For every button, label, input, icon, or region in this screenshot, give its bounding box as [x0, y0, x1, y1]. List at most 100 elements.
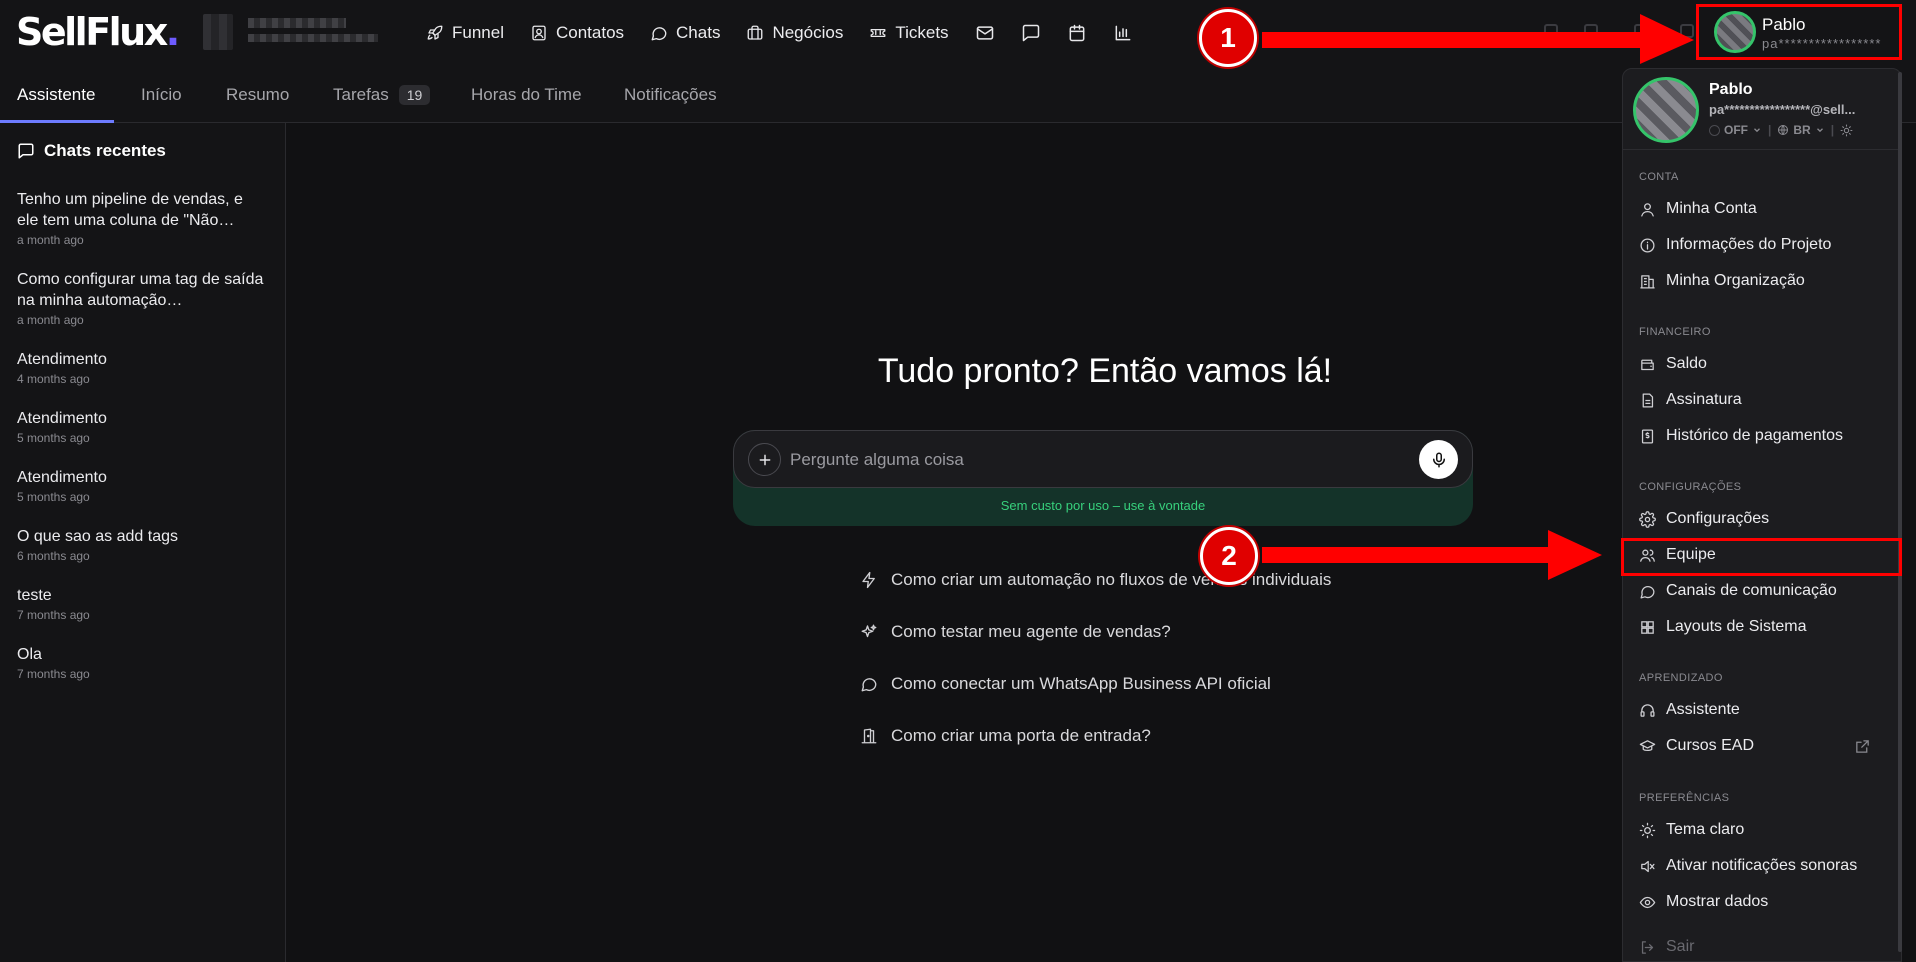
external-link-icon — [1856, 739, 1869, 753]
redacted-project-name — [248, 18, 346, 28]
menu-user-name: Pablo — [1709, 81, 1753, 98]
menu-item-canais-de-comunicacao[interactable]: Canais de comunicação — [1639, 582, 1887, 600]
nav-contatos-label: Contatos — [555, 23, 625, 42]
user-menu-highlight — [1696, 4, 1902, 60]
tab-resumo[interactable]: Resumo — [226, 66, 289, 123]
mail-icon[interactable] — [975, 23, 995, 43]
message-square-icon[interactable] — [1021, 23, 1041, 43]
recent-chat-item[interactable]: Ola 7 months ago — [17, 644, 267, 681]
prompt-input[interactable] — [790, 443, 1390, 477]
chevron-down-icon — [1816, 128, 1823, 133]
status-toggle[interactable]: OFF — [1709, 123, 1762, 137]
suggestion-item[interactable]: Como criar um automação no fluxos de ven… — [860, 570, 1331, 590]
nav-funnel-label: Funnel — [452, 23, 504, 42]
menu-item-assinatura[interactable]: Assinatura — [1639, 391, 1887, 409]
tab-tarefas[interactable]: Tarefas 19 — [333, 66, 431, 123]
section-financeiro: FINANCEIRO — [1639, 326, 1711, 338]
recent-chat-item[interactable]: Atendimento 4 months ago — [17, 349, 267, 386]
nav-funnel[interactable]: Funnel — [426, 23, 504, 43]
briefcase-icon — [748, 25, 763, 40]
add-attachment-button[interactable] — [748, 443, 781, 476]
recent-chat-item[interactable]: teste 7 months ago — [17, 585, 267, 622]
chat-bubble-icon — [651, 27, 667, 41]
nav-tickets[interactable]: Tickets — [869, 23, 949, 43]
menu-item-assistente[interactable]: Assistente — [1639, 701, 1887, 719]
receipt-dollar-icon — [1641, 428, 1654, 444]
main-nav: Funnel Contatos Chats Negócios Tickets — [426, 0, 1133, 66]
nav-contatos[interactable]: Contatos — [530, 23, 624, 43]
tab-horas-do-time[interactable]: Horas do Time — [471, 66, 582, 123]
lightning-icon — [862, 571, 875, 589]
plus-icon — [759, 454, 770, 465]
voice-input-button[interactable] — [1419, 440, 1458, 479]
chat-circle-icon — [1640, 585, 1655, 599]
contact-card-icon — [532, 25, 546, 41]
tab-assistente[interactable]: Assistente — [17, 66, 95, 123]
menu-item-minha-organizacao[interactable]: Minha Organização — [1639, 272, 1887, 290]
rocket-icon — [427, 25, 443, 40]
annotation-arrow-2 — [1262, 530, 1602, 580]
globe-icon — [1778, 125, 1789, 135]
nav-negocios[interactable]: Negócios — [746, 23, 843, 43]
section-aprendizado: APRENDIZADO — [1639, 672, 1723, 684]
recent-chat-item[interactable]: O que sao as add tags 6 months ago — [17, 526, 267, 563]
theme-sun-icon[interactable] — [1840, 124, 1853, 137]
layout-grid-icon — [1641, 620, 1654, 634]
suggestion-item[interactable]: Como conectar um WhatsApp Business API o… — [860, 674, 1271, 694]
chat-square-icon — [18, 143, 34, 159]
nav-tickets-label: Tickets — [895, 23, 949, 42]
section-conta: CONTA — [1639, 171, 1679, 183]
ticket-icon — [870, 28, 886, 38]
nav-chats[interactable]: Chats — [650, 23, 720, 43]
menu-item-cursos-ead[interactable]: Cursos EAD — [1639, 737, 1887, 755]
redacted-project-subtitle — [248, 34, 378, 42]
volume-mute-icon — [1641, 860, 1655, 872]
tarefas-count-badge: 19 — [398, 84, 431, 105]
language-selector[interactable]: BR — [1777, 123, 1824, 137]
sidebar-title: Chats recentes — [17, 141, 166, 161]
calendar-icon[interactable] — [1067, 23, 1087, 43]
tab-notificacoes[interactable]: Notificações — [624, 66, 717, 123]
section-preferencias: PREFERÊNCIAS — [1639, 792, 1730, 804]
user-account-menu: Pablo pa*****************@sell... OFF | … — [1622, 68, 1902, 962]
menu-user-avatar — [1633, 77, 1699, 143]
equipe-highlight — [1621, 538, 1902, 576]
suggestion-item[interactable]: Como testar meu agente de vendas? — [860, 622, 1171, 642]
user-icon — [1641, 202, 1654, 217]
chat-circle-icon — [861, 678, 877, 692]
menu-item-informacoes-do-projeto[interactable]: Informações do Projeto — [1639, 236, 1887, 254]
nav-negocios-label: Negócios — [772, 23, 844, 42]
menu-item-saldo[interactable]: Saldo — [1639, 355, 1887, 373]
menu-item-layouts-de-sistema[interactable]: Layouts de Sistema — [1639, 618, 1887, 636]
menu-item-configuracoes[interactable]: Configurações — [1639, 510, 1887, 528]
menu-item-ativar-notificacoes-sonoras[interactable]: Ativar notificações sonoras — [1639, 857, 1887, 875]
building-icon — [1640, 274, 1655, 289]
recent-chats-sidebar: Chats recentes Tenho um pipeline de vend… — [0, 123, 286, 962]
status-dot-icon — [1709, 124, 1720, 136]
sparkles-icon — [861, 624, 877, 638]
recent-chat-item[interactable]: Atendimento 5 months ago — [17, 467, 267, 504]
menu-item-tema-claro[interactable]: Tema claro — [1639, 821, 1887, 839]
bar-chart-icon[interactable] — [1113, 23, 1133, 43]
menu-scrollbar[interactable] — [1898, 72, 1902, 952]
menu-item-historico-de-pagamentos[interactable]: Histórico de pagamentos — [1639, 427, 1887, 445]
menu-divider — [1623, 149, 1901, 150]
sun-icon — [1639, 822, 1656, 838]
tab-inicio[interactable]: Início — [141, 66, 182, 123]
recent-chat-item[interactable]: Atendimento 5 months ago — [17, 408, 267, 445]
menu-item-minha-conta[interactable]: Minha Conta — [1639, 200, 1887, 218]
redacted-project-avatar[interactable] — [203, 14, 233, 50]
recent-chat-item[interactable]: Como configurar uma tag de saída na minh… — [17, 269, 267, 327]
info-icon — [1640, 237, 1655, 253]
nav-chats-label: Chats — [676, 23, 721, 42]
menu-item-mostrar-dados[interactable]: Mostrar dados — [1639, 893, 1887, 911]
headset-icon — [1640, 703, 1655, 717]
eye-icon — [1639, 896, 1656, 908]
sellflux-logo[interactable]: SellFlux. — [16, 10, 180, 54]
menu-item-sair[interactable]: Sair — [1639, 938, 1887, 956]
menu-user-email: pa*****************@sell... — [1709, 102, 1856, 117]
annotation-arrow-1 — [1262, 14, 1694, 64]
suggestion-item[interactable]: Como criar uma porta de entrada? — [860, 726, 1151, 746]
chevron-down-icon — [1754, 128, 1760, 133]
recent-chat-item[interactable]: Tenho um pipeline de vendas, e ele tem u… — [17, 189, 267, 247]
